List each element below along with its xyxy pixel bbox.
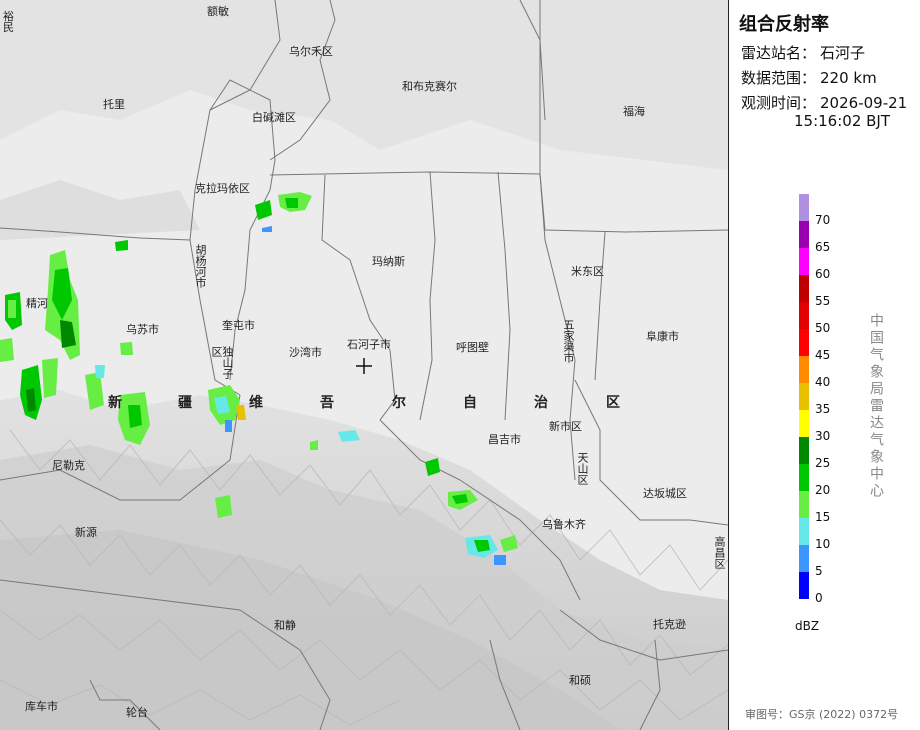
place-label: 库车市 (25, 700, 58, 713)
legend-unit: dBZ (795, 619, 820, 633)
time-value-clock: 15:16:02 BJT (794, 112, 891, 130)
place-label: 高昌区 (713, 536, 726, 569)
region-label-char: 新 (108, 395, 122, 411)
legend-label: 10 (815, 537, 831, 551)
legend-swatch (799, 221, 809, 248)
place-label: 呼图壁 (456, 341, 489, 354)
time-row: 观测时间： 2026-09-21 (741, 92, 907, 113)
legend-label: 60 (815, 267, 831, 281)
time-value-date: 2026-09-21 (820, 94, 908, 112)
place-label: 胡杨河市 (194, 244, 207, 288)
place-label: 尼勒克 (52, 459, 85, 472)
place-label: 精河 (26, 297, 48, 310)
place-label: 额敏 (207, 5, 229, 18)
legend-swatch (799, 248, 809, 275)
place-label: 克拉玛依区 (195, 182, 250, 195)
legend-swatch (799, 302, 809, 329)
place-label: 沙湾市 (289, 346, 322, 359)
legend-swatch (799, 329, 809, 356)
place-label: 米东区 (571, 265, 604, 278)
region-label-char: 治 (534, 395, 548, 411)
legend-label: 45 (815, 348, 831, 362)
place-label: 阜康市 (646, 330, 679, 343)
time-label: 观测时间： (741, 94, 817, 112)
legend-swatch (799, 491, 809, 518)
legend-swatch (799, 356, 809, 383)
legend-label: 15 (815, 510, 831, 524)
place-label: 新源 (75, 526, 97, 539)
legend-label: 50 (815, 321, 831, 335)
place-label: 乌鲁木齐 (542, 518, 586, 531)
radar-viewer: 裕民 额敏 乌尔禾区 托里 和布克赛尔 福海 白碱滩区 克拉玛依区 玛纳斯 米东… (0, 0, 920, 730)
legend-label: 70 (815, 213, 831, 227)
place-label: 五家渠市 (562, 319, 575, 363)
legend-swatch (799, 383, 809, 410)
legend-label: 35 (815, 402, 831, 416)
place-label: 达坂城区 (643, 487, 687, 500)
legend-label: 5 (815, 564, 823, 578)
legend-swatch (799, 518, 809, 545)
place-label: 昌吉市 (488, 433, 521, 446)
region-label-char: 自 (463, 395, 477, 411)
range-row: 数据范围： 220 km (741, 67, 877, 88)
map-approval-number: 审图号：GS京 (2022) 0372号 (745, 708, 899, 721)
place-label: 乌苏市 (126, 323, 159, 336)
station-value: 石河子 (820, 44, 866, 62)
place-label: 乌尔禾区 (289, 45, 333, 58)
legend-label: 20 (815, 483, 831, 497)
place-label: 轮台 (126, 706, 148, 719)
region-label-char: 维 (249, 395, 263, 411)
legend-swatch (799, 572, 809, 599)
legend-label: 25 (815, 456, 831, 470)
legend-swatch (799, 437, 809, 464)
radar-map[interactable]: 裕民 额敏 乌尔禾区 托里 和布克赛尔 福海 白碱滩区 克拉玛依区 玛纳斯 米东… (0, 0, 728, 730)
place-label: 和静 (274, 619, 296, 632)
range-label: 数据范围： (741, 69, 817, 87)
legend-label: 55 (815, 294, 831, 308)
place-label: 新市区 (549, 420, 582, 433)
legend-label: 40 (815, 375, 831, 389)
legend-label: 30 (815, 429, 831, 443)
place-label: 奎屯市 (222, 319, 255, 332)
place-label: 托里 (103, 98, 125, 111)
place-label: 托克逊 (653, 618, 686, 631)
legend-label: 0 (815, 591, 823, 605)
legend-swatch (799, 410, 809, 437)
region-label-char: 尔 (392, 395, 406, 411)
legend-swatch (799, 545, 809, 572)
time-row-2: 15:16:02 BJT (794, 112, 890, 130)
place-label: 福海 (623, 105, 645, 118)
place-label: 和布克赛尔 (402, 80, 457, 93)
place-label: 白碱滩区 (252, 111, 296, 124)
range-value: 220 km (820, 69, 877, 87)
place-label: 石河子市 (347, 338, 391, 351)
legend-swatch (799, 464, 809, 491)
region-label-char: 疆 (178, 395, 192, 411)
place-label: 天山区 (576, 452, 589, 485)
place-label: 玛纳斯 (372, 255, 405, 268)
place-label: 独山子区 (210, 346, 234, 379)
place-label: 和硕 (569, 674, 591, 687)
station-row: 雷达站名： 石河子 (741, 42, 865, 63)
legend-label: 65 (815, 240, 831, 254)
place-label: 裕民 (3, 10, 14, 34)
legend-swatch (799, 194, 809, 221)
region-label-char: 吾 (320, 395, 334, 411)
station-label: 雷达站名： (741, 44, 817, 62)
region-label-char: 区 (606, 395, 620, 411)
product-title: 组合反射率 (739, 14, 829, 35)
info-panel: 组合反射率 雷达站名： 石河子 数据范围： 220 km 观测时间： 2026-09-… (728, 0, 920, 730)
legend-swatch (799, 275, 809, 302)
organization-label: 中国气象局雷达气象中心 (868, 313, 884, 500)
